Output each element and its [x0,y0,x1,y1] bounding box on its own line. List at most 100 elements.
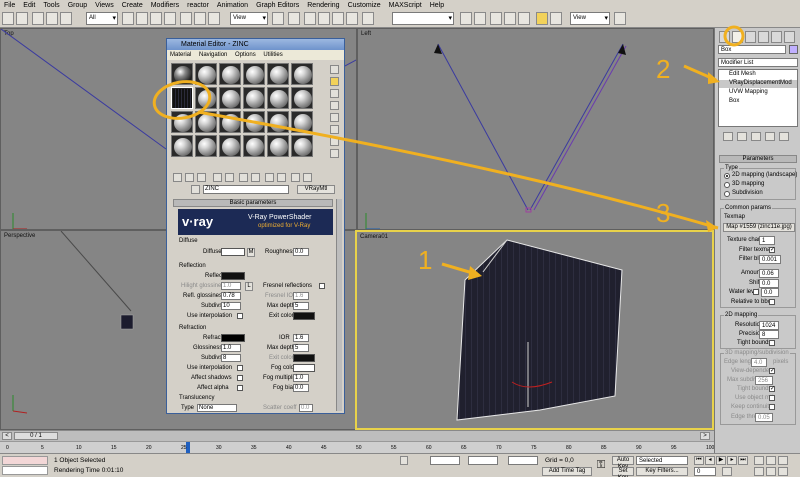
field-of-view-icon[interactable] [754,467,764,476]
fresnel-checkbox[interactable] [319,283,325,289]
menu-views[interactable]: Views [91,2,118,9]
texture-chan-field[interactable]: 1 [759,236,775,245]
edge-thresh-field[interactable]: 0.05 [755,413,773,422]
pick-material-icon[interactable] [191,185,200,194]
sample-slot[interactable] [195,111,217,133]
menu-animation[interactable]: Animation [213,2,252,9]
select-rotate-icon[interactable] [194,12,206,25]
sample-slot[interactable] [195,63,217,85]
sample-type-icon[interactable] [330,65,339,74]
reset-map-icon[interactable] [213,173,222,182]
shift-field[interactable]: 0.0 [759,279,779,288]
radio-subdivision[interactable] [724,191,730,197]
configure-sets-icon[interactable] [779,132,789,141]
max-depth-field[interactable]: 5 [293,302,309,310]
use-interp-checkbox[interactable] [237,313,243,319]
basic-params-rollout[interactable]: Basic parameters [173,199,333,207]
viewport-camera[interactable]: Camera01 [355,230,714,430]
options-icon[interactable] [330,137,339,146]
object-color-swatch[interactable] [789,45,798,54]
diffuse-map-button[interactable]: M [247,248,255,257]
refr-exit-color-swatch[interactable] [293,354,315,362]
subdivs-field[interactable]: 10 [221,302,241,310]
sample-slot-zinc[interactable] [171,87,193,109]
affect-shadows-checkbox[interactable] [237,375,243,381]
hilight-gloss-field[interactable]: 1.0 [221,282,241,290]
z-coordinate-field[interactable] [508,456,538,465]
time-slider[interactable]: < 0 / 1 > [0,430,714,441]
medit-menu-navigation[interactable]: Navigation [196,52,230,58]
key-mode-dropdown[interactable]: Selected [636,456,688,465]
menu-create[interactable]: Create [118,2,147,9]
background-icon[interactable] [330,89,339,98]
utilities-tab-icon[interactable] [784,31,795,43]
zoom-icon[interactable] [754,456,764,465]
material-editor-title[interactable]: Material Editor - ZINC [167,39,344,50]
edit-named-sel-icon[interactable] [362,12,374,25]
sample-slot[interactable] [243,87,265,109]
curve-editor-icon[interactable] [504,12,516,25]
key-icon[interactable]: ⚿ [594,458,608,472]
make-unique-icon[interactable] [225,173,234,182]
sample-slot[interactable] [171,111,193,133]
link-icon[interactable] [32,12,44,25]
uv-tiling-icon[interactable] [330,101,339,110]
make-unique-stack-icon[interactable] [751,132,761,141]
schematic-view-icon[interactable] [518,12,530,25]
select-by-material-icon[interactable] [330,149,339,158]
pan-icon[interactable] [766,467,776,476]
radio-3d-mapping[interactable] [724,182,730,188]
sample-slot[interactable] [219,135,241,157]
auto-key-button[interactable]: Auto Key [612,456,634,470]
maxscript-mini-listener[interactable] [2,466,48,475]
menu-reactor[interactable]: reactor [183,2,213,9]
previous-frame-icon[interactable]: ◂ [705,456,715,465]
y-coordinate-field[interactable] [468,456,498,465]
lock-selection-icon[interactable] [400,456,408,465]
go-forward-sibling-icon[interactable] [303,173,312,182]
go-to-end-icon[interactable]: ⏭ [738,456,748,465]
medit-menu-utilities[interactable]: Utilities [260,52,285,58]
medit-menu-material[interactable]: Material [167,52,194,58]
tight-bounds2-checkbox[interactable]: ✓ [769,386,775,392]
keep-continuity-checkbox[interactable] [769,404,775,410]
affect-alpha-checkbox[interactable] [237,385,243,391]
render-type-dropdown[interactable]: View [570,12,610,25]
time-next-icon[interactable]: > [700,432,710,440]
diffuse-swatch[interactable] [221,248,245,256]
filter-texmap-checkbox[interactable]: ✓ [769,247,775,253]
refract-swatch[interactable] [221,334,245,342]
go-to-parent-icon[interactable] [291,173,300,182]
get-material-icon[interactable] [173,173,182,182]
create-tab-icon[interactable] [719,31,730,43]
angle-snap-icon[interactable] [318,12,330,25]
put-to-library-icon[interactable] [239,173,248,182]
sample-slot[interactable] [267,135,289,157]
translucency-type-dropdown[interactable]: None [197,404,237,412]
stack-item-edit-mesh[interactable]: Edit Mesh [719,71,797,79]
modify-tab-icon[interactable] [732,31,743,43]
time-prev-icon[interactable]: < [2,432,12,440]
sample-slot[interactable] [291,135,313,157]
sample-slot[interactable] [219,111,241,133]
select-move-icon[interactable] [180,12,192,25]
sample-slot[interactable] [171,63,193,85]
time-config-icon[interactable] [722,467,732,476]
zoom-all-icon[interactable] [766,456,776,465]
sample-slot[interactable] [219,87,241,109]
edge-length-field[interactable]: 4.0 [751,358,767,367]
fog-mult-field[interactable]: 1.0 [293,374,309,382]
key-filters-button[interactable]: Key Filters... [636,467,688,476]
view-dependent-checkbox[interactable]: ✓ [769,368,775,374]
modifier-list-dropdown[interactable]: Modifier List [718,58,798,67]
backlight-icon[interactable] [330,77,339,86]
sample-slot[interactable] [171,135,193,157]
track-bar[interactable]: 0 5 10 15 20 25 30 35 40 45 50 55 60 65 70 75 80 85 90 95 10… [0,441,714,454]
sample-slot[interactable] [219,63,241,85]
snap-icon[interactable] [304,12,316,25]
fog-bias-field[interactable]: 0.0 [293,384,309,392]
motion-tab-icon[interactable] [758,31,769,43]
stack-item-box[interactable]: Box [719,98,797,106]
put-to-scene-icon[interactable] [185,173,194,182]
filter-blur-field[interactable]: 0.001 [759,255,781,264]
